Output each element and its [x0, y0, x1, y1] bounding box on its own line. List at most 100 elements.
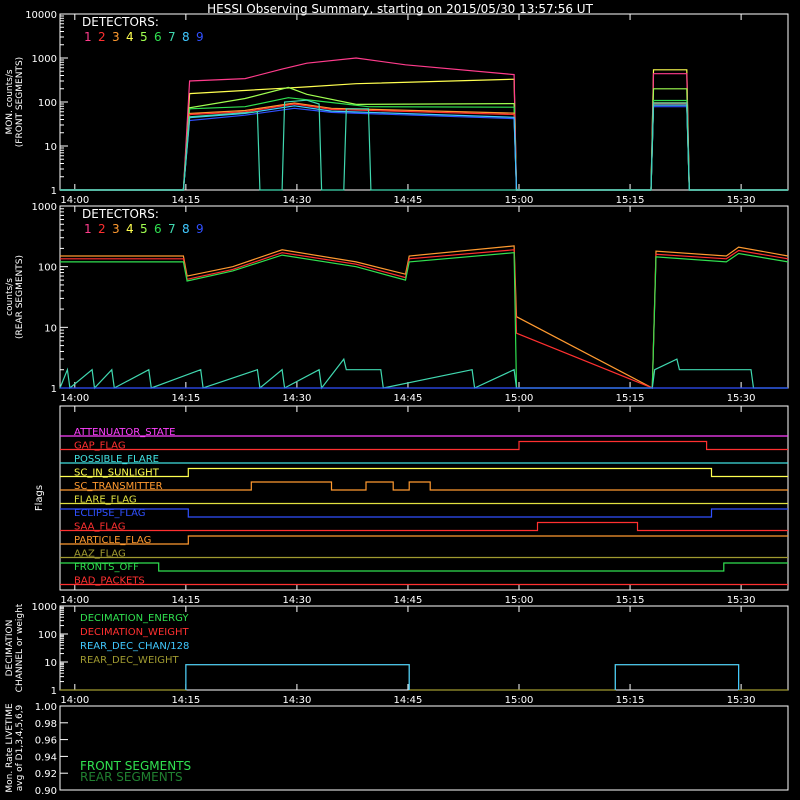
decimation-legend-entry: REAR_DEC_CHAN/128	[80, 641, 189, 652]
decimation-legend-entry: REAR_DEC_WEIGHT	[80, 655, 179, 666]
flag-line	[60, 481, 788, 491]
time-tick-label: 14:30	[282, 195, 311, 206]
rear-y-tick-label: 1000	[32, 202, 57, 213]
front-y-tick-label: 1000	[32, 54, 57, 65]
time-tick-label: 14:00	[60, 595, 89, 606]
detector-number: 1	[84, 30, 92, 44]
time-tick-label: 15:15	[616, 393, 645, 404]
detector-number: 4	[126, 222, 134, 236]
detector-number: 3	[112, 222, 120, 236]
livetime-y-tick-label: 0.98	[35, 719, 57, 730]
time-tick-label: 14:30	[282, 393, 311, 404]
detector-number: 9	[196, 30, 204, 44]
livetime-y-tick-label: 1.00	[35, 702, 57, 713]
detector-number: 4	[126, 30, 134, 44]
time-tick-label: 15:15	[616, 195, 645, 206]
decimation-legend-entry: DECIMATION_ENERGY	[80, 613, 189, 624]
decimation-series-line	[60, 664, 788, 691]
front-series-line	[60, 106, 788, 191]
front-y-label: MON. counts/s	[5, 69, 15, 134]
rear-y-tick-label: 100	[38, 263, 57, 274]
flag-line	[60, 440, 788, 451]
time-tick-label: 14:15	[171, 695, 200, 706]
time-tick-label: 14:45	[394, 695, 423, 706]
rear-series-line	[59, 357, 788, 390]
time-tick-label: 15:15	[616, 695, 645, 706]
detectors-label: DETECTORS:	[82, 15, 159, 29]
decimation-y-label: CHANNEL or weight	[15, 603, 25, 692]
rear-series-group	[59, 245, 789, 390]
flag-line	[60, 467, 788, 478]
detector-number: 2	[98, 30, 106, 44]
detector-number: 7	[168, 30, 176, 44]
flag-line	[60, 535, 788, 545]
front-y-tick-label: 100	[38, 98, 57, 109]
livetime-y-tick-label: 0.92	[35, 769, 57, 780]
livetime-y-label: avg of D1,3,4,5,6,9	[15, 704, 25, 791]
flag-label: ECLIPSE_FLAG	[74, 508, 145, 519]
time-tick-label: 15:15	[616, 595, 645, 606]
detector-number: 5	[140, 30, 148, 44]
front-series-line	[60, 103, 788, 191]
flags-y-label: Flags	[34, 485, 45, 511]
decimation-y-tick-label: 1000	[32, 602, 57, 613]
rear-y-tick-label: 1	[51, 384, 57, 395]
time-tick-label: 15:30	[727, 695, 756, 706]
detector-number: 3	[112, 30, 120, 44]
flag-line	[60, 521, 788, 532]
detector-number: 9	[196, 222, 204, 236]
detector-number: 8	[182, 30, 190, 44]
flag-line	[60, 562, 788, 572]
time-tick-label: 14:30	[282, 595, 311, 606]
detector-number: 7	[168, 222, 176, 236]
detector-number: 2	[98, 222, 106, 236]
time-tick-label: 14:15	[171, 393, 200, 404]
livetime-y-label: Mon. Rate LIVETIME	[5, 703, 15, 793]
rear-y-label: counts/s	[5, 278, 15, 316]
decimation-legend-entry: DECIMATION_WEIGHT	[80, 627, 189, 638]
decimation-series-line	[185, 664, 410, 690]
front-series-line	[60, 69, 788, 191]
time-tick-label: 14:45	[394, 393, 423, 404]
time-tick-label: 14:45	[394, 195, 423, 206]
time-tick-label: 15:30	[727, 393, 756, 404]
time-tick-label: 15:00	[505, 195, 534, 206]
front-y-tick-label: 10	[44, 142, 57, 153]
hessi-summary-chart: HESSI Observing Summary, starting on 201…	[5, 2, 789, 797]
front-series-line	[60, 57, 788, 191]
time-tick-label: 14:00	[60, 695, 89, 706]
time-tick-label: 15:00	[505, 595, 534, 606]
time-tick-label: 14:45	[394, 595, 423, 606]
flag-line	[60, 508, 788, 518]
front-y-tick-label: 1	[51, 186, 57, 197]
time-tick-label: 14:30	[282, 695, 311, 706]
time-tick-label: 14:15	[171, 595, 200, 606]
front-y-label: (FRONT SEGMENTS)	[15, 57, 25, 147]
decimation-series-line	[614, 664, 740, 690]
livetime-y-tick-label: 0.90	[35, 786, 57, 797]
front-series-group	[60, 57, 788, 191]
decimation-y-label: DECIMATION	[5, 620, 15, 677]
detector-number: 6	[154, 222, 162, 236]
time-tick-label: 14:00	[60, 393, 89, 404]
time-tick-label: 15:30	[727, 595, 756, 606]
detector-number: 5	[140, 222, 148, 236]
livetime-y-tick-label: 0.96	[35, 736, 57, 747]
livetime-y-tick-label: 0.94	[35, 752, 57, 763]
decimation-y-tick-label: 10	[44, 658, 57, 669]
time-tick-label: 14:00	[60, 195, 89, 206]
decimation-y-tick-label: 1	[51, 686, 57, 697]
detectors-label: DETECTORS:	[82, 207, 159, 221]
time-tick-label: 14:15	[171, 195, 200, 206]
time-tick-label: 15:00	[505, 695, 534, 706]
detector-number: 1	[84, 222, 92, 236]
decimation-y-tick-label: 100	[38, 630, 57, 641]
front-y-tick-label: 10000	[25, 10, 57, 21]
detector-number: 6	[154, 30, 162, 44]
flag-label: FRONTS_OFF	[74, 562, 139, 573]
rear-y-tick-label: 10	[44, 323, 57, 334]
detector-number: 8	[182, 222, 190, 236]
time-tick-label: 15:30	[727, 195, 756, 206]
front-series-line	[60, 104, 788, 191]
livetime-legend-entry: REAR SEGMENTS	[80, 770, 183, 784]
